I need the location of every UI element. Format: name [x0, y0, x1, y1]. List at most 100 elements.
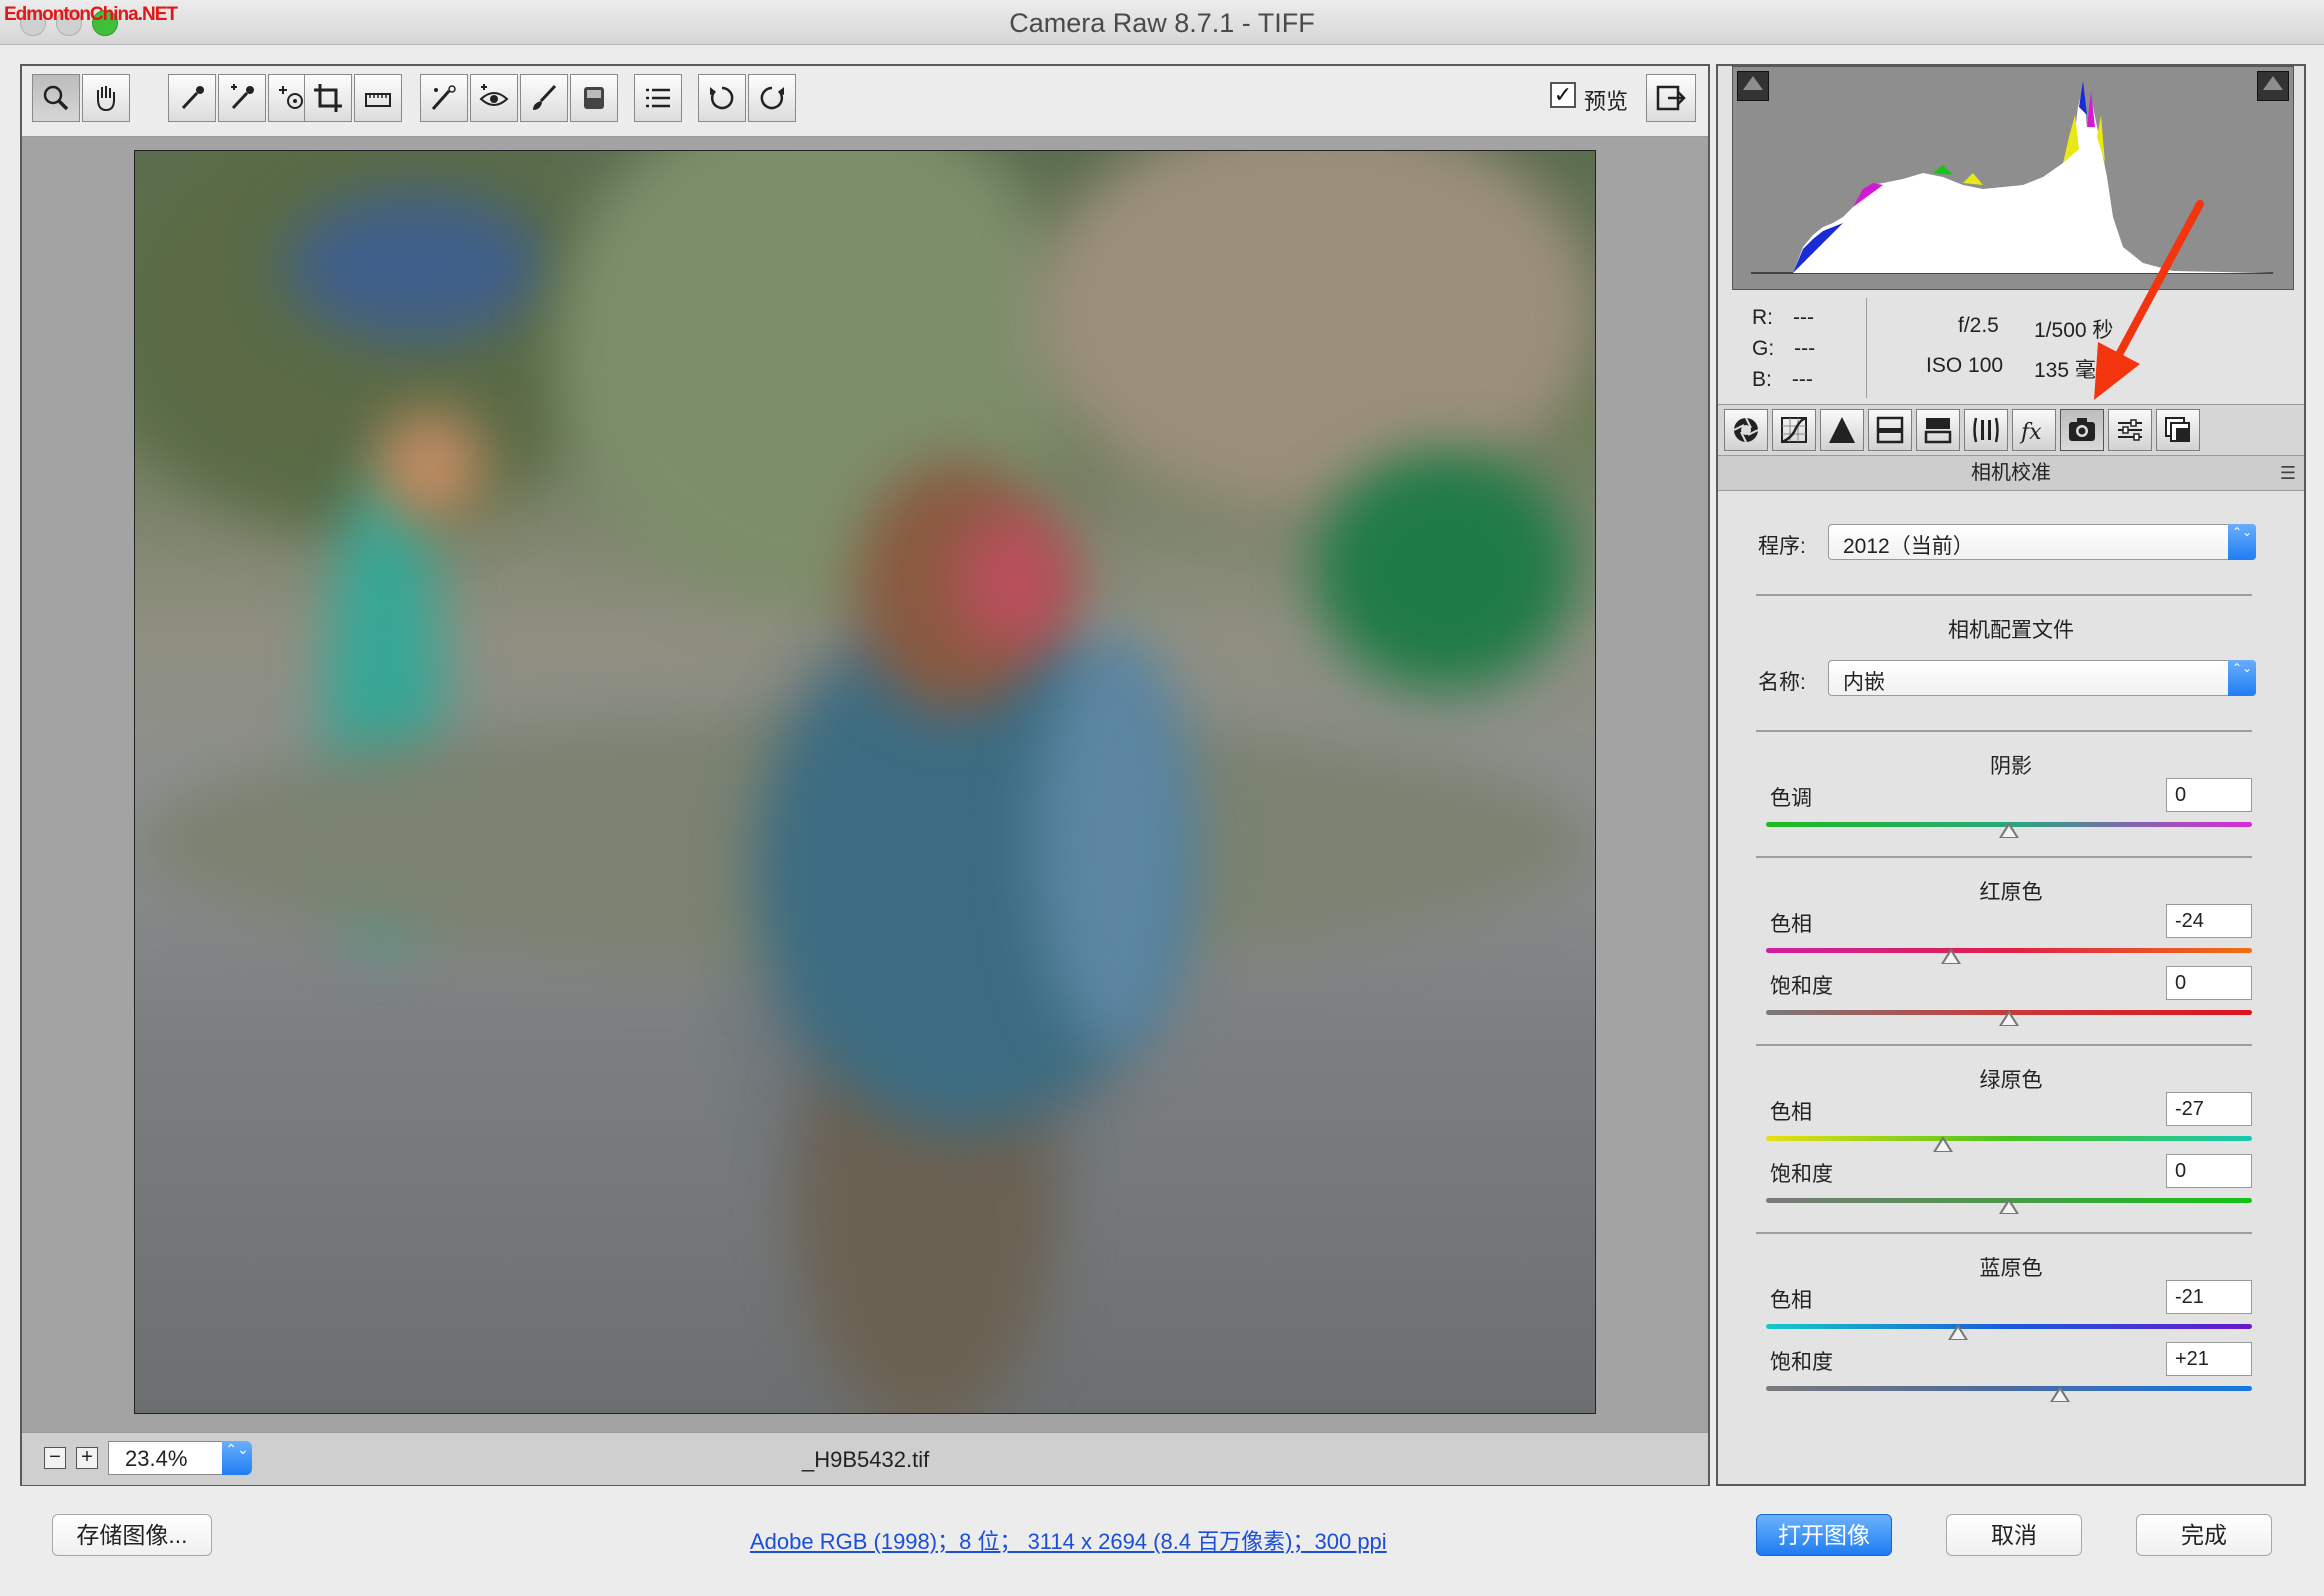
color-sampler-icon [231, 84, 254, 110]
preview-checkbox[interactable]: ✓ [1550, 82, 1576, 108]
magnifier-icon [43, 85, 69, 111]
process-version-select[interactable]: 2012（当前） ⌃⌄ [1828, 524, 2256, 560]
spot-removal-icon [431, 85, 456, 110]
panel-title-text: 相机校准 [1971, 462, 2051, 484]
red-saturation-field[interactable]: 0 [2166, 966, 2252, 1000]
snapshot-icon [2165, 417, 2190, 442]
fx-icon: fx [2019, 420, 2042, 445]
cancel-button[interactable]: 取消 [1946, 1514, 2082, 1556]
tab-lens-corrections[interactable] [1964, 409, 2008, 451]
shadow-tint-slider-thumb[interactable] [1999, 822, 2019, 838]
tab-presets[interactable] [2108, 409, 2152, 451]
red-saturation-slider-thumb[interactable] [1999, 1010, 2019, 1026]
straighten-tool-button[interactable] [354, 74, 402, 122]
graduated-filter-tool-button[interactable] [570, 74, 618, 122]
blue-saturation-label: 饱和度 [1770, 1351, 1833, 1374]
white-balance-tool-button[interactable] [168, 74, 216, 122]
red-hue-slider-thumb[interactable] [1940, 948, 1961, 964]
eyedropper-icon [181, 86, 204, 110]
blue-hue-label: 色相 [1770, 1289, 1812, 1312]
green-hue-slider-thumb[interactable] [1933, 1136, 1954, 1152]
split-toning-icon [1924, 418, 1952, 444]
hand-tool-button[interactable] [82, 74, 130, 122]
green-hue-label: 色相 [1770, 1101, 1812, 1124]
zoom-tool-button[interactable] [32, 74, 80, 122]
workflow-options-link[interactable]: Adobe RGB (1998)；8 位； 3114 x 2694 (8.4 百… [750, 1524, 1387, 1556]
green-saturation-label: 饱和度 [1770, 1163, 1833, 1186]
panel-menu-icon[interactable]: ☰ [2280, 456, 2296, 490]
file-name-label: _H9B5432.tif [802, 1447, 930, 1472]
tab-snapshots[interactable] [2156, 409, 2200, 451]
rgb-readout: R: --- G: --- B: --- [1752, 302, 1815, 395]
profile-name-label: 名称: [1758, 671, 1806, 694]
blue-hue-field[interactable]: -21 [2166, 1280, 2252, 1314]
hsl-icon [1876, 416, 1904, 444]
red-eye-tool-button[interactable] [470, 74, 518, 122]
blue-saturation-field[interactable]: +21 [2166, 1342, 2252, 1376]
zoom-in-button[interactable]: + [76, 1447, 98, 1469]
adjustment-brush-tool-button[interactable] [520, 74, 568, 122]
red-hue-slider-track[interactable] [1766, 948, 2252, 953]
tool-bar: ✓ 预览 [22, 66, 1708, 137]
green-hue-field[interactable]: -27 [2166, 1092, 2252, 1126]
b-label: B: [1752, 368, 1772, 391]
rotate-right-button[interactable] [748, 74, 796, 122]
profile-name-select[interactable]: 内嵌 ⌃⌄ [1828, 660, 2256, 696]
shadow-tint-label: 色调 [1770, 787, 1812, 810]
green-saturation-field[interactable]: 0 [2166, 1154, 2252, 1188]
tab-basic[interactable] [1724, 409, 1768, 451]
shadows-heading: 阴影 [1990, 755, 2032, 778]
preferences-group [634, 74, 684, 122]
straighten-icon [365, 93, 391, 107]
tab-hsl[interactable] [1868, 409, 1912, 451]
save-image-button[interactable]: 存储图像... [52, 1514, 212, 1556]
color-sampler-tool-button[interactable] [218, 74, 266, 122]
tab-detail[interactable] [1820, 409, 1864, 451]
preferences-button[interactable] [634, 74, 682, 122]
rotate-left-button[interactable] [698, 74, 746, 122]
fullscreen-icon [1656, 85, 1686, 111]
done-button[interactable]: 完成 [2136, 1514, 2272, 1556]
curve-icon [1781, 416, 1807, 444]
info-divider [1866, 298, 1867, 398]
g-value: --- [1794, 337, 1816, 360]
preview-area: ✓ 预览 − + 23.4% ⌃⌄ _H9B5432.tif [20, 64, 1710, 1486]
process-label: 程序: [1758, 535, 1806, 558]
iso-value: ISO 100 [1926, 354, 2004, 377]
tab-effects[interactable]: fx [2012, 409, 2056, 451]
spot-removal-tool-button[interactable] [420, 74, 468, 122]
green-hue-slider-track[interactable] [1766, 1136, 2252, 1141]
preview-label: 预览 [1584, 89, 1629, 114]
retouch-tools-group [420, 74, 620, 122]
annotation-arrow-icon [2094, 200, 2204, 400]
b-value: --- [1791, 368, 1813, 391]
green-primary-heading: 绿原色 [1979, 1069, 2043, 1092]
image-preview[interactable] [134, 150, 1596, 1414]
title-bar: EdmontonChina.NET Camera Raw 8.7.1 - TIF… [0, 0, 2324, 45]
tab-camera-calibration[interactable] [2060, 409, 2104, 451]
divider [1756, 1232, 2252, 1234]
blue-hue-slider-track[interactable] [1766, 1324, 2252, 1329]
tab-split-toning[interactable] [1916, 409, 1960, 451]
red-eye-icon [479, 84, 509, 106]
aperture-icon [1733, 417, 1759, 443]
crop-tool-button[interactable] [304, 74, 352, 122]
blue-saturation-slider-thumb[interactable] [2050, 1386, 2071, 1402]
shadow-tint-field[interactable]: 0 [2166, 778, 2252, 812]
blue-primary-heading: 蓝原色 [1979, 1257, 2043, 1280]
divider [1756, 1044, 2252, 1046]
blue-saturation-slider-track[interactable] [1766, 1386, 2252, 1391]
green-saturation-slider-thumb[interactable] [1999, 1198, 2019, 1214]
svg-text:fx: fx [2019, 420, 2042, 445]
zoom-out-button[interactable]: − [44, 1447, 66, 1469]
zoom-level-stepper[interactable]: ⌃⌄ [222, 1441, 252, 1475]
tab-tone-curve[interactable] [1772, 409, 1816, 451]
red-hue-field[interactable]: -24 [2166, 904, 2252, 938]
crop-icon [314, 84, 342, 112]
fullscreen-toggle-button[interactable] [1646, 74, 1696, 122]
open-image-button[interactable]: 打开图像 [1756, 1514, 1892, 1556]
panel-tab-bar: fx [1718, 404, 2304, 456]
blue-hue-slider-thumb[interactable] [1947, 1324, 1968, 1340]
process-version-stepper-icon: ⌃⌄ [2228, 524, 2256, 560]
red-saturation-label: 饱和度 [1770, 975, 1833, 998]
